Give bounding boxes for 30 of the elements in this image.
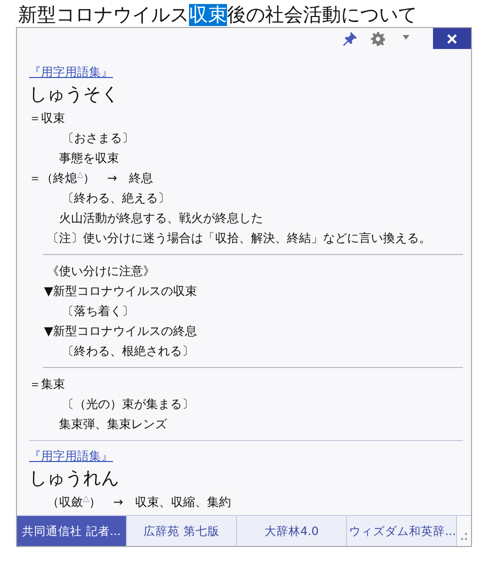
close-icon bbox=[447, 34, 457, 44]
dictionary-tab[interactable]: ウィズダム和英辞... bbox=[347, 516, 457, 546]
entry-note: 〔注〕使い分けに迷う場合は「収拾、解決、終結」などに言い換える。 bbox=[47, 231, 431, 245]
entry-gloss: 〔終わる、根絶される〕 bbox=[62, 344, 194, 358]
close-button[interactable] bbox=[433, 28, 471, 49]
usage-example: 集束弾、集束レンズ bbox=[59, 417, 167, 431]
settings-icon[interactable] bbox=[371, 32, 385, 46]
entry-reading: しゅうれん bbox=[29, 468, 119, 489]
document-heading: 新型コロナウイルス収束後の社会活動について bbox=[18, 4, 417, 27]
usage-example: 火山活動が終息する、戦火が終息した bbox=[59, 211, 263, 225]
dictionary-tab[interactable]: 広辞苑 第七版 bbox=[127, 516, 237, 546]
entry-gloss: 〔終わる、絶える〕 bbox=[62, 191, 170, 205]
usage-example: 事態を収束 bbox=[59, 151, 119, 165]
entry-reading: しゅうそく bbox=[29, 84, 119, 105]
usage-heading: ▼新型コロナウイルスの終息 bbox=[44, 324, 198, 338]
usage-heading: ▼新型コロナウイルスの収束 bbox=[44, 284, 198, 298]
resize-grip-icon[interactable] bbox=[460, 532, 468, 542]
dictionary-tab[interactable]: 大辞林4.0 bbox=[237, 516, 347, 546]
dictionary-tab[interactable]: 共同通信社 記者... bbox=[17, 516, 127, 546]
pin-icon[interactable] bbox=[343, 32, 357, 46]
entry-form: ＝収束 bbox=[29, 111, 65, 125]
entry-gloss: 〔おさまる〕 bbox=[62, 131, 134, 145]
entry-note: 《使い分けに注意》 bbox=[47, 264, 155, 278]
entry-gloss: 〔（光の）束が集まる〕 bbox=[62, 397, 194, 411]
entry-note: （収斂$^{△}$） → 収束、収縮、集約 bbox=[47, 495, 232, 509]
dictionary-link[interactable]: 『用字用語集』 bbox=[29, 63, 113, 81]
entry-form: ＝集束 bbox=[29, 377, 65, 391]
entry-form: ＝（終熄$^{△}$） → 終息 bbox=[29, 171, 154, 185]
dictionary-link[interactable]: 『用字用語集』 bbox=[29, 447, 113, 465]
entry-gloss: 〔落ち着く〕 bbox=[62, 304, 134, 318]
